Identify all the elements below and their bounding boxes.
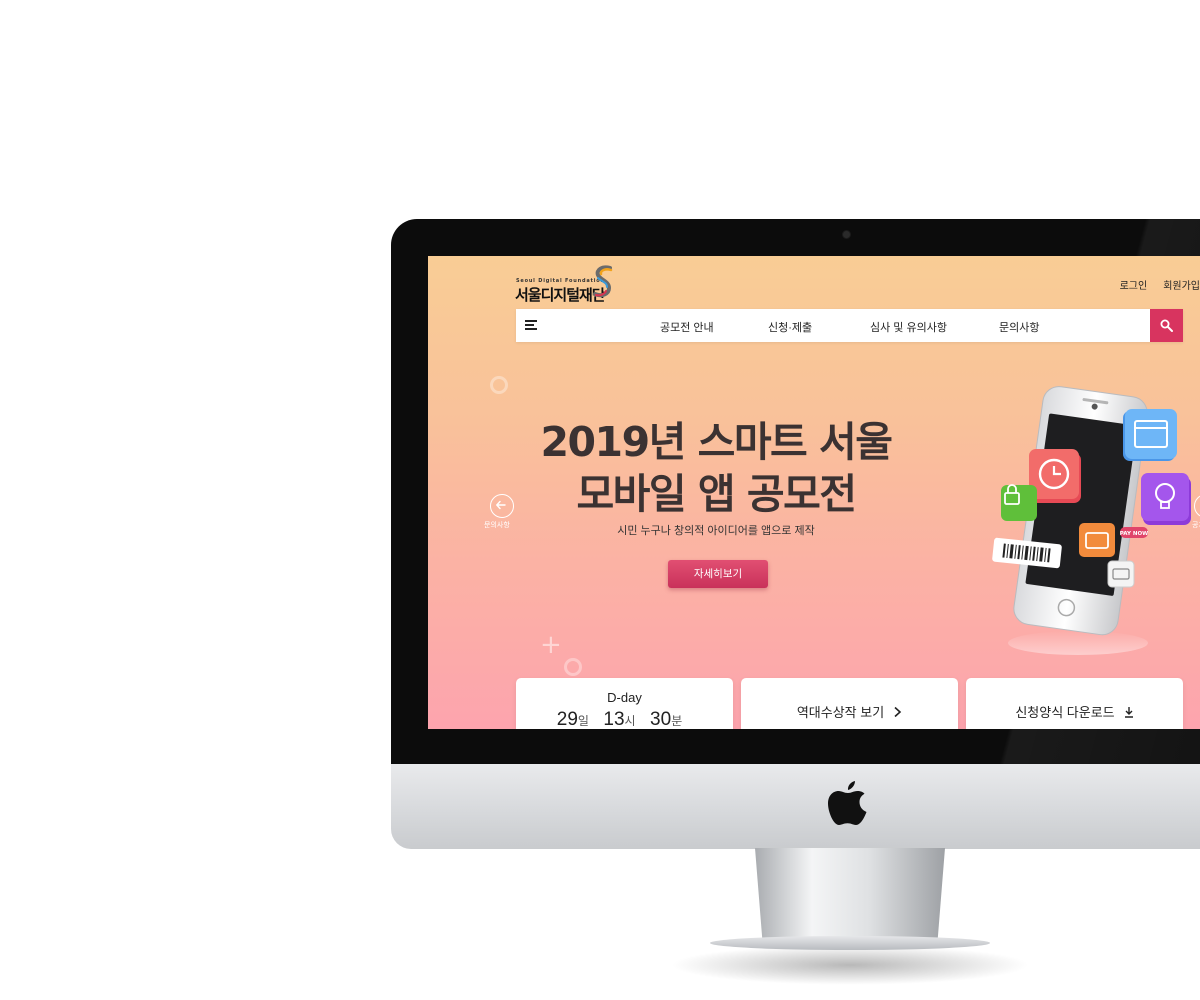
dday-card: D-day 29일 13시 30분: [516, 678, 733, 729]
stand-shadow: [670, 945, 1030, 985]
stand-neck: [755, 848, 945, 943]
dday-days-unit: 일: [577, 714, 589, 728]
dday-minutes-unit: 분: [671, 714, 683, 728]
nav-item-review-notes[interactable]: 심사 및 유의사항: [870, 319, 947, 335]
phone-glow: [1008, 631, 1148, 655]
nav-item-inquiries[interactable]: 문의사항: [999, 319, 1039, 335]
monitor-chin: [391, 764, 1200, 849]
download-icon: [1124, 707, 1133, 718]
lightbulb-icon: [1141, 473, 1191, 525]
past-awards-label: 역대수상작 보기: [796, 705, 885, 720]
nav-item-contest-info[interactable]: 공모전 안내: [660, 319, 714, 335]
slide-prev-button[interactable]: [490, 494, 514, 518]
lock-icon: [1001, 484, 1037, 521]
application-form-label: 신청양식 다운로드: [1015, 705, 1115, 720]
dday-hours-unit: 시: [624, 714, 636, 728]
nav-item-apply-submit[interactable]: 신청·제출: [768, 319, 812, 335]
hamburger-menu-icon[interactable]: [525, 320, 537, 331]
stand-base: [710, 936, 990, 950]
pay-now-text: PAY NOW: [1120, 531, 1149, 537]
site-logo[interactable]: Seoul Digital Foundation 서울디지털재단: [514, 264, 614, 308]
dday-days: 29: [556, 709, 578, 729]
chevron-right-icon: [894, 706, 902, 718]
calendar-icon: [1123, 409, 1177, 461]
dday-minutes: 30: [650, 709, 672, 729]
decor-plus: +: [540, 630, 562, 660]
apple-logo-icon: [828, 781, 867, 825]
hero-subtitle: 시민 누구나 창의적 아이디어를 앱으로 제작: [617, 525, 815, 537]
past-awards-link[interactable]: 역대수상작 보기: [741, 702, 958, 721]
utility-links: 로그인 회원가입: [1120, 277, 1200, 292]
past-awards-card[interactable]: 역대수상작 보기: [741, 678, 958, 729]
website-screen: Seoul Digital Foundation 서울디지털재단 로그인 회원가…: [428, 256, 1200, 729]
main-navigation: 공모전 안내 신청·제출 심사 및 유의사항 문의사항: [516, 309, 1183, 342]
details-button[interactable]: 자세히보기: [668, 560, 768, 588]
slide-prev-label: 문의사항: [484, 522, 510, 529]
smartphone-apps-illustration: PAY NOW: [992, 386, 1191, 655]
signup-link[interactable]: 회원가입: [1163, 277, 1200, 292]
wallet-icon: [1079, 523, 1115, 557]
arrow-left-icon: [496, 500, 506, 510]
dday-countdown: 29일 13시 30분: [516, 709, 733, 729]
pay-now-badge: PAY NOW: [1120, 527, 1149, 538]
hero-title: 2019년 스마트 서울 모바일 앱 공모전: [538, 416, 894, 520]
dday-hours: 13: [603, 709, 625, 729]
decor-ring: [564, 658, 582, 676]
search-button[interactable]: [1150, 309, 1183, 342]
application-form-card[interactable]: 신청양식 다운로드: [966, 678, 1183, 729]
hero-title-line1: 2019년 스마트 서울: [540, 418, 893, 466]
monitor-stand: [710, 848, 990, 950]
decor-ring: [490, 376, 508, 394]
webcam: [843, 231, 850, 238]
login-link[interactable]: 로그인: [1120, 277, 1148, 292]
search-icon: [1160, 319, 1173, 332]
dday-title: D-day: [607, 690, 642, 705]
application-form-link[interactable]: 신청양식 다운로드: [966, 702, 1183, 721]
credit-card-icon: [1107, 560, 1135, 588]
hero-title-line2: 모바일 앱 공모전: [576, 470, 857, 518]
logo-s-mark-icon: [593, 265, 613, 298]
